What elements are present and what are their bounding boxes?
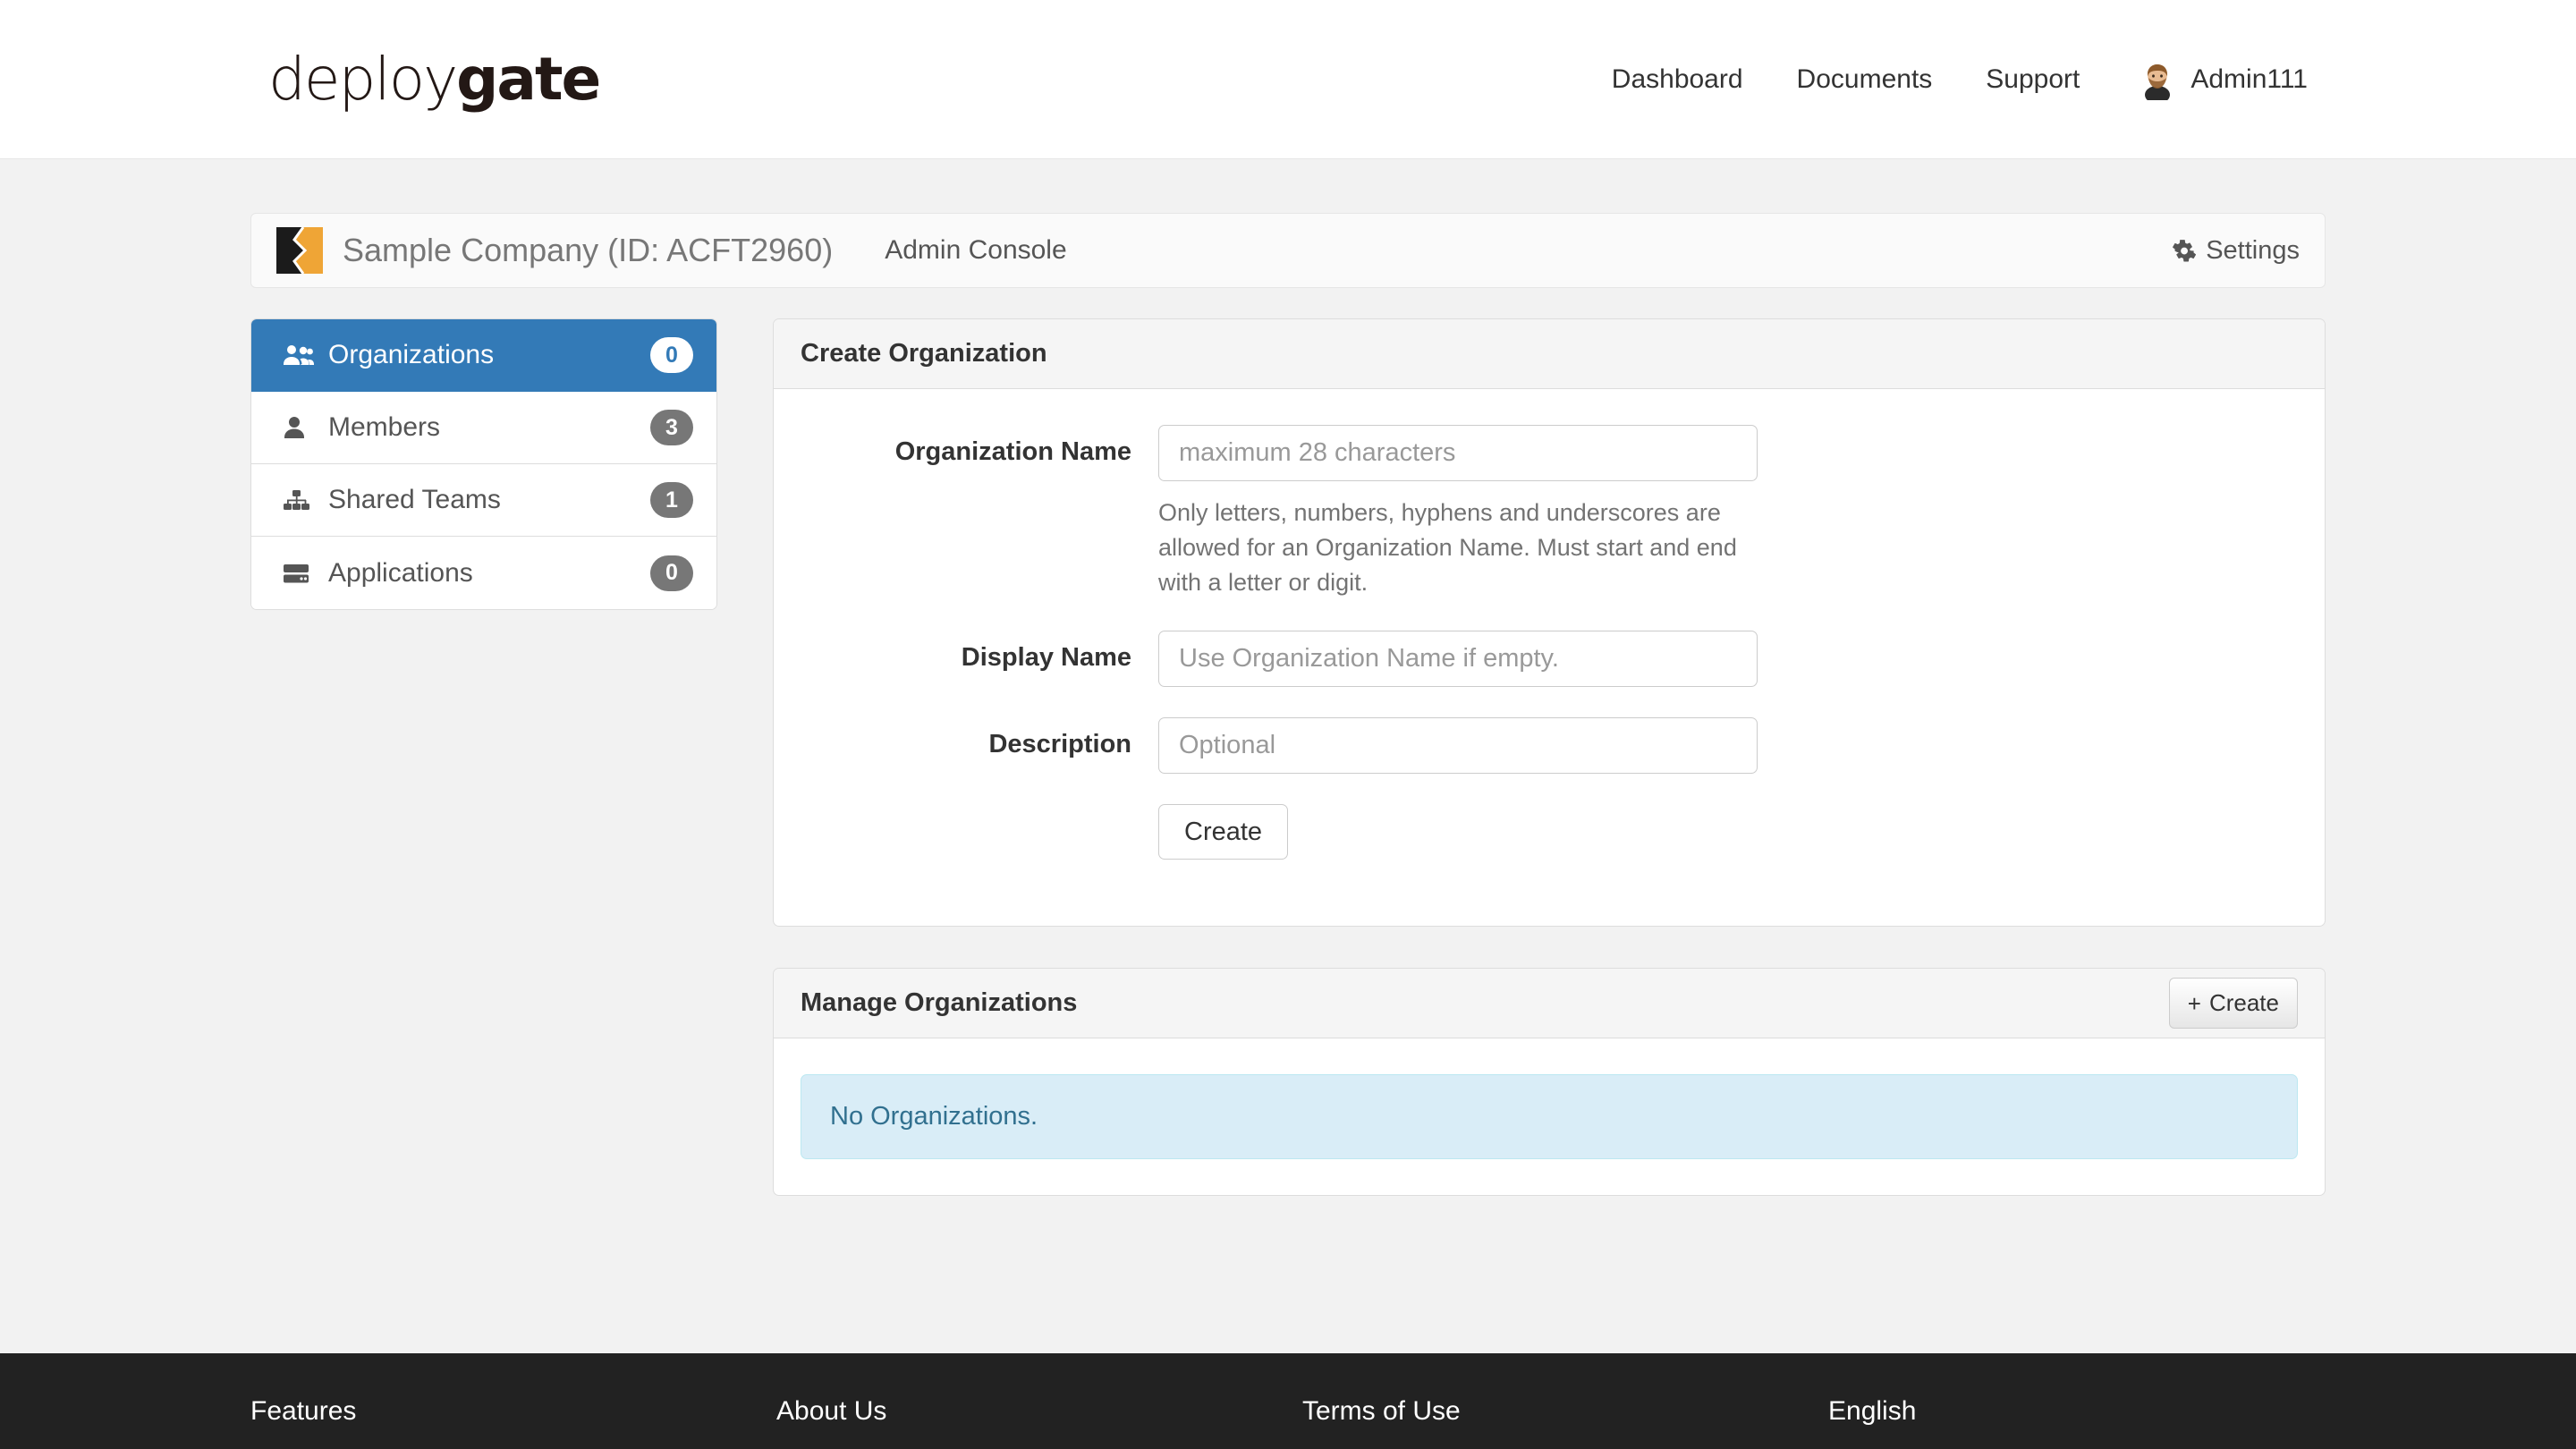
description-input[interactable]: [1158, 717, 1758, 775]
sidebar-badge: 3: [650, 410, 693, 445]
sidebar-item-members[interactable]: Members 3: [251, 392, 716, 464]
navbar-links: Dashboard Documents Support Admin111: [1585, 58, 2308, 100]
display-name-label: Display Name: [961, 643, 1131, 673]
sidebar-badge: 0: [650, 337, 693, 373]
create-organization-heading: Create Organization: [774, 319, 2325, 389]
content-columns: Organizations 0 Members 3 Shared Teams 1…: [250, 318, 2326, 1237]
brand-logo: deploygate: [268, 49, 601, 109]
page-container: Sample Company (ID: ACFT2960) Admin Cons…: [250, 159, 2326, 1237]
plus-icon: +: [2187, 989, 2201, 1017]
nav-user-menu[interactable]: Admin111: [2106, 58, 2308, 100]
sitemap-icon: [282, 487, 314, 513]
sidebar-list: Organizations 0 Members 3 Shared Teams 1…: [250, 318, 717, 610]
sidebar-item-label: Shared Teams: [328, 485, 501, 514]
manage-create-button[interactable]: + Create: [2168, 978, 2298, 1030]
submit-spacer: [801, 804, 1158, 817]
panel-title: Create Organization: [801, 339, 1047, 368]
gear-icon: [2172, 239, 2197, 263]
org-name-label: Organization Name: [894, 437, 1131, 466]
form-row-description: Description: [801, 717, 2298, 775]
form-row-org-name: Organization Name Only letters, numbers,…: [801, 425, 2298, 600]
page-footer: Features About Us Terms of Use English: [0, 1353, 2576, 1449]
footer-language-selector[interactable]: English: [1828, 1396, 1916, 1427]
user-avatar-icon: [2137, 58, 2179, 100]
sidebar-item-label: Members: [328, 412, 441, 442]
brand-logo-link[interactable]: deploygate: [268, 0, 601, 158]
footer-links: Features About Us Terms of Use English: [250, 1353, 2326, 1427]
org-name-input[interactable]: [1158, 425, 1758, 481]
create-organization-submit-button[interactable]: Create: [1158, 804, 1289, 860]
server-icon: [282, 560, 314, 587]
manage-organizations-panel: Manage Organizations + Create No Organiz…: [773, 968, 2326, 1197]
no-organizations-alert: No Organizations.: [801, 1074, 2298, 1160]
description-field-wrap: [1158, 717, 1758, 775]
sidebar-item-organizations[interactable]: Organizations 0: [251, 319, 716, 392]
manage-organizations-body: No Organizations.: [774, 1038, 2325, 1195]
description-label: Description: [988, 730, 1131, 759]
sidebar-item-label: Applications: [328, 557, 473, 588]
organization-header-bar: Sample Company (ID: ACFT2960) Admin Cons…: [250, 213, 2326, 288]
manage-create-label: Create: [2208, 989, 2279, 1017]
org-name-field-wrap: Only letters, numbers, hyphens and under…: [1158, 425, 1758, 600]
submit-wrap: Create: [1158, 804, 1758, 860]
main-content: Create Organization Organization Name On…: [773, 318, 2326, 1237]
org-name-help-text: Only letters, numbers, hyphens and under…: [1158, 499, 1737, 597]
manage-organizations-heading: Manage Organizations + Create: [774, 969, 2325, 1039]
nav-link-dashboard[interactable]: Dashboard: [1585, 64, 1770, 95]
footer-link-features[interactable]: Features: [250, 1396, 776, 1427]
nav-link-support[interactable]: Support: [1959, 64, 2106, 95]
top-navbar: deploygate Dashboard Documents Support A…: [0, 0, 2576, 159]
sidebar: Organizations 0 Members 3 Shared Teams 1…: [250, 318, 717, 610]
users-icon: [282, 342, 314, 369]
sidebar-badge: 0: [650, 555, 693, 591]
brand-logo-light: deploy: [268, 45, 458, 114]
admin-console-label: Admin Console: [885, 235, 1067, 265]
sidebar-item-shared-teams[interactable]: Shared Teams 1: [251, 464, 716, 537]
brand-logo-bold: gate: [456, 45, 601, 114]
form-row-display-name: Display Name: [801, 631, 2298, 688]
sidebar-item-label: Organizations: [328, 340, 495, 369]
create-organization-panel: Create Organization Organization Name On…: [773, 318, 2326, 928]
company-logo-icon: [276, 226, 323, 275]
display-name-input[interactable]: [1158, 631, 1758, 688]
form-row-submit: Create: [801, 804, 2298, 860]
organization-title: Sample Company (ID: ACFT2960): [343, 232, 834, 268]
sidebar-item-applications[interactable]: Applications 0: [251, 537, 716, 609]
create-organization-body: Organization Name Only letters, numbers,…: [774, 389, 2325, 926]
panel-title: Manage Organizations: [801, 988, 1078, 1018]
user-icon: [282, 414, 314, 441]
sidebar-badge: 1: [650, 482, 693, 518]
footer-link-terms-of-use[interactable]: Terms of Use: [1302, 1396, 1828, 1427]
settings-link[interactable]: Settings: [2172, 236, 2300, 266]
footer-link-about-us[interactable]: About Us: [776, 1396, 1302, 1427]
nav-user-name: Admin111: [2190, 64, 2308, 94]
display-name-field-wrap: [1158, 631, 1758, 688]
nav-link-documents[interactable]: Documents: [1770, 64, 1960, 95]
settings-label: Settings: [2206, 235, 2300, 265]
